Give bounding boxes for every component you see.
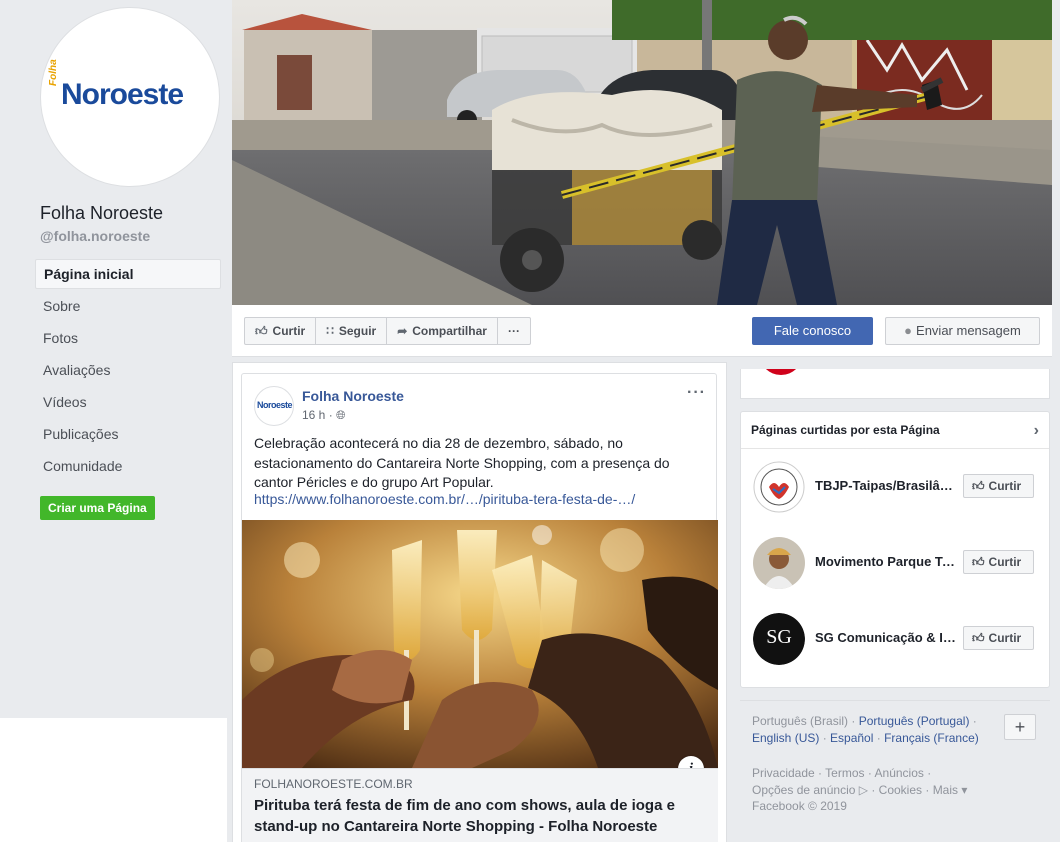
post-author-avatar[interactable]: Noroeste [254, 386, 294, 426]
like-page-label: Curtir [272, 324, 306, 338]
thumbs-up-icon: 👍︎ [972, 631, 985, 645]
page-avatar[interactable]: Folha Noroeste [40, 7, 220, 187]
nav-item-videos[interactable]: Vídeos [35, 387, 221, 419]
language-option[interactable]: Português (Portugal) [859, 714, 970, 728]
liked-pages-card: Páginas curtidas por esta Página › TBJP-… [740, 411, 1050, 688]
language-option[interactable]: English (US) [752, 731, 819, 745]
post-link-image[interactable] [242, 520, 718, 768]
post-options-button[interactable]: ··· [687, 384, 706, 402]
post-avatar-logo: Noroeste [257, 400, 293, 410]
like-button-label: Curtir [988, 479, 1022, 493]
liked-page-avatar[interactable] [753, 537, 805, 589]
person-photo [753, 537, 805, 589]
share-arrow-icon: ➦ [397, 324, 408, 338]
rss-icon: ∷ [326, 324, 334, 338]
liked-pages-header[interactable]: Páginas curtidas por esta Página › [741, 412, 1049, 449]
left-column-footer-area [0, 718, 227, 842]
post-body-text: Celebração acontecerá no dia 28 de dezem… [254, 435, 670, 490]
page-title[interactable]: Folha Noroeste [40, 203, 163, 224]
caret-down-icon: ▾ [961, 782, 968, 797]
language-links: Português (Brasil) · Português (Portugal… [752, 714, 979, 745]
chevron-right-icon[interactable]: › [1034, 412, 1039, 449]
liked-page-item: Movimento Parque Taipas 👍︎ Curtir [753, 537, 1043, 589]
liked-page-item: TBJP-Taipas/Brasilândia... 👍︎Curtir [753, 461, 1043, 513]
ad-choices-icon: ▷ [858, 782, 868, 797]
liked-page-name[interactable]: Movimento Parque Taipas [815, 554, 960, 569]
footer-link[interactable]: Anúncios [875, 766, 924, 780]
liked-page-avatar[interactable]: SG [753, 613, 805, 665]
cover-photo-image [232, 0, 1052, 305]
thumbs-up-icon: 👍︎ [972, 555, 985, 569]
like-button[interactable]: 👍︎ Curtir [963, 550, 1034, 574]
page-nav: Página inicial Sobre Fotos Avaliações Ví… [35, 259, 221, 483]
globe-icon: 🌐︎ [336, 408, 346, 422]
more-actions-button[interactable]: ··· [498, 318, 530, 344]
page-handle[interactable]: @folha.noroeste [40, 228, 150, 244]
nav-item-home[interactable]: Página inicial [35, 259, 221, 289]
liked-page-item: SG SG Comunicação & Imagem 👍︎Curtir [753, 613, 1043, 665]
feed-post: Noroeste Folha Noroeste 16 h · 🌐︎ ··· Ce… [241, 373, 718, 842]
logo-prefix: Folha [48, 59, 59, 86]
like-button[interactable]: 👍︎ Curtir [963, 626, 1034, 650]
link-preview-domain: FOLHANOROESTE.COM.BR [254, 777, 413, 791]
post-time-text: 16 h · [302, 408, 333, 422]
like-page-button[interactable]: 👍︎ Curtir [245, 318, 317, 344]
post-link[interactable]: https://www.folhanoroeste.com.br/…/pirit… [254, 491, 635, 507]
logo-text-label: Noroeste [61, 78, 184, 111]
red-circle-graphic [759, 369, 803, 375]
messenger-icon: ● [904, 323, 913, 338]
footer-link[interactable]: Termos [825, 766, 864, 780]
share-page-button[interactable]: ➦ Compartilhar [387, 318, 498, 344]
cover-photo[interactable] [232, 0, 1052, 305]
logo-text: Noroeste [61, 78, 184, 112]
page-action-group: 👍︎ Curtir ∷ Seguir ➦ Compartilhar ··· [244, 317, 531, 345]
more-dots-icon: ··· [507, 324, 520, 338]
like-button-label: Curtir [988, 631, 1022, 645]
thumbs-up-icon: 👍︎ [972, 479, 985, 493]
left-column: Folha Noroeste Folha Noroeste @folha.nor… [0, 0, 227, 718]
sg-logo: SG [753, 613, 805, 665]
nav-item-reviews[interactable]: Avaliações [35, 355, 221, 387]
add-language-button[interactable]: + [1004, 714, 1036, 740]
liked-pages-title: Páginas curtidas por esta Página [751, 423, 940, 437]
nav-item-photos[interactable]: Fotos [35, 323, 221, 355]
contact-us-button[interactable]: Fale conosco [752, 317, 873, 345]
send-message-button[interactable]: ● Enviar mensagem [885, 317, 1040, 345]
current-language: Português (Brasil) [752, 714, 849, 728]
like-button[interactable]: 👍︎ Curtir [963, 474, 1034, 498]
svg-text:SG: SG [766, 626, 792, 648]
link-preview-title[interactable]: Pirituba terá festa de fim de ano com sh… [254, 795, 714, 837]
copyright: Facebook © 2019 [752, 799, 847, 813]
nav-item-posts[interactable]: Publicações [35, 419, 221, 451]
post-timestamp[interactable]: 16 h · 🌐︎ [302, 408, 346, 423]
language-option[interactable]: Français (France) [884, 731, 979, 745]
footer-link[interactable]: Privacidade [752, 766, 815, 780]
nav-item-community[interactable]: Comunidade [35, 451, 221, 483]
tbjp-logo [753, 461, 805, 513]
like-button-label: Curtir [988, 555, 1022, 569]
link-preview-card[interactable]: FOLHANOROESTE.COM.BR Pirituba terá festa… [242, 768, 718, 842]
page-footer: Privacidade · Termos · Anúncios · Opções… [752, 766, 968, 813]
follow-page-label: Seguir [338, 324, 377, 338]
send-message-label: Enviar mensagem [916, 323, 1021, 338]
footer-link[interactable]: Cookies [879, 783, 922, 797]
liked-page-avatar[interactable] [753, 461, 805, 513]
champagne-toast-image [242, 520, 718, 768]
thumbs-up-icon: 👍︎ [255, 323, 268, 338]
page-action-bar: 👍︎ Curtir ∷ Seguir ➦ Compartilhar ··· Fale … [232, 305, 1052, 357]
post-author-name[interactable]: Folha Noroeste [302, 388, 404, 404]
nav-item-about[interactable]: Sobre [35, 291, 221, 323]
liked-page-name[interactable]: TBJP-Taipas/Brasilândia... [815, 478, 960, 493]
right-top-card [740, 369, 1050, 399]
footer-link[interactable]: Opções de anúncio [752, 783, 855, 797]
footer-link[interactable]: Mais [933, 783, 958, 797]
language-option[interactable]: Español [830, 731, 873, 745]
share-page-label: Compartilhar [412, 324, 487, 338]
follow-page-button[interactable]: ∷ Seguir [316, 318, 388, 344]
language-selector: Português (Brasil) · Português (Portugal… [740, 700, 1050, 756]
liked-page-name[interactable]: SG Comunicação & Imagem [815, 630, 960, 645]
create-page-button[interactable]: Criar uma Página [40, 496, 155, 520]
